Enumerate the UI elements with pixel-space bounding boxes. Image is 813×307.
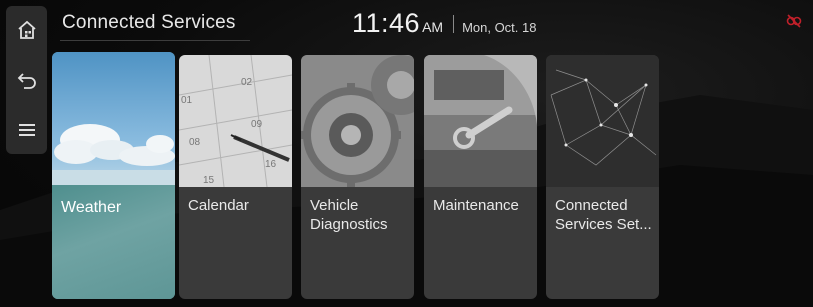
- weather-image: [52, 52, 175, 185]
- calendar-day-02: 02: [241, 77, 253, 88]
- card-label-connected-services-settings: Connected Services Set...: [555, 197, 652, 233]
- card-label-calendar: Calendar: [188, 197, 249, 214]
- card-connected-services-settings[interactable]: Connected Services Set...: [546, 55, 659, 299]
- calendar-image: 02 09 08 16 15 01: [179, 55, 292, 187]
- card-label-vehicle-diagnostics: Vehicle Diagnostics: [310, 197, 388, 233]
- app-screen: Connected Services 11:46 AM Mon, Oct. 18: [0, 0, 813, 307]
- connection-off-icon: [786, 14, 802, 28]
- menu-button[interactable]: [6, 110, 47, 150]
- page-title: Connected Services: [62, 12, 236, 33]
- network-image: [546, 55, 659, 187]
- maintenance-image: [424, 55, 537, 187]
- home-icon: [17, 20, 36, 39]
- calendar-day-16: 16: [265, 159, 277, 170]
- calendar-day-15: 15: [203, 175, 215, 186]
- calendar-day-01: 01: [181, 95, 193, 106]
- title-underline: [60, 40, 250, 41]
- clock-date: Mon, Oct. 18: [462, 20, 537, 35]
- card-label-weather: Weather: [61, 199, 122, 216]
- card-calendar[interactable]: 02 09 08 16 15 01 Calendar: [179, 55, 292, 299]
- back-button[interactable]: [6, 60, 47, 100]
- card-weather[interactable]: Weather: [52, 52, 175, 299]
- clock-time: 11:46: [352, 8, 421, 38]
- connection-status: [786, 14, 802, 33]
- card-label-maintenance: Maintenance: [433, 197, 519, 214]
- calendar-day-08: 08: [189, 137, 201, 148]
- home-button[interactable]: [6, 10, 47, 50]
- clock[interactable]: 11:46 AM Mon, Oct. 18: [352, 8, 536, 39]
- card-maintenance[interactable]: Maintenance: [424, 55, 537, 299]
- gears-image: [301, 55, 414, 187]
- back-icon: [17, 73, 36, 89]
- side-rail: [6, 6, 47, 154]
- clock-divider: [453, 14, 455, 33]
- card-vehicle-diagnostics[interactable]: Vehicle Diagnostics: [301, 55, 414, 299]
- calendar-day-09: 09: [251, 119, 263, 130]
- clock-ampm: AM: [422, 19, 444, 35]
- menu-icon: [18, 124, 35, 136]
